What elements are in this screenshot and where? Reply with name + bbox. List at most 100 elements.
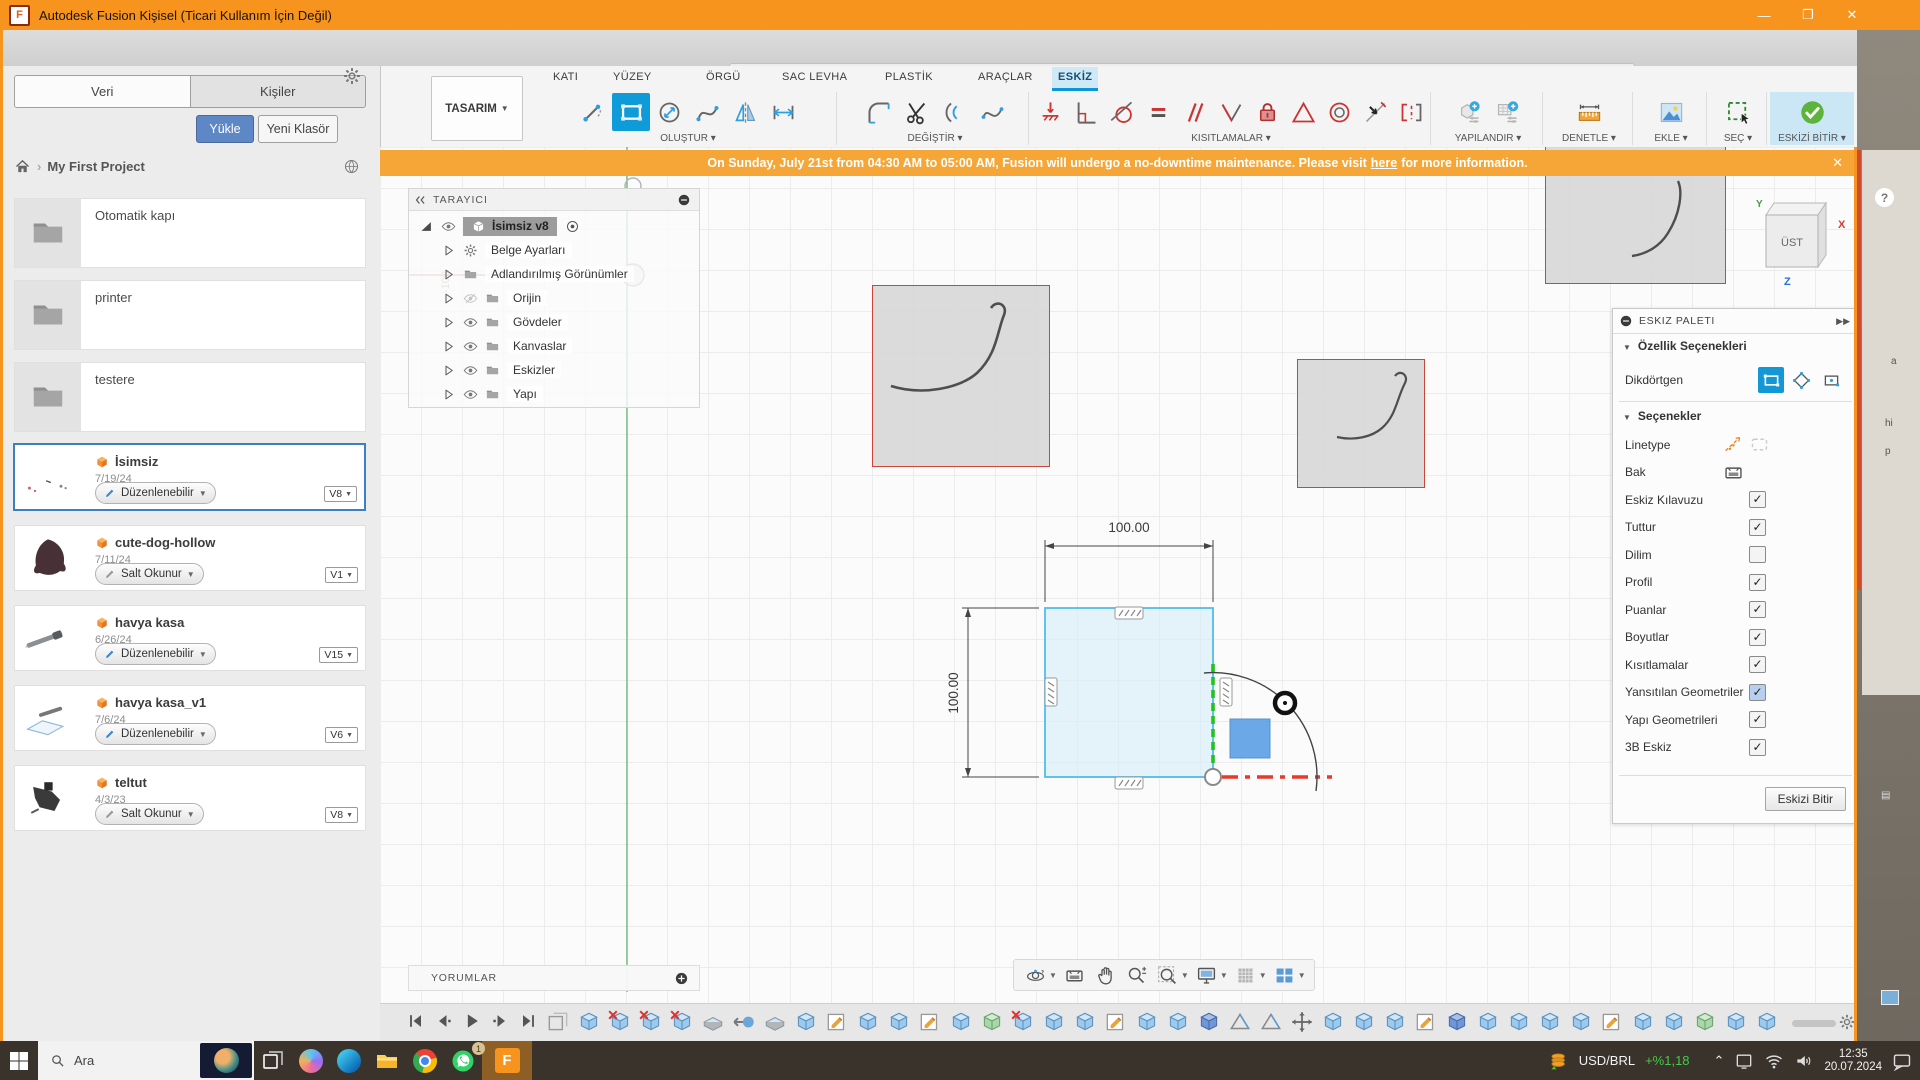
timeline-step-forward-icon[interactable] xyxy=(490,1011,510,1031)
file-explorer-button[interactable] xyxy=(368,1041,406,1080)
banner-close-icon[interactable]: ✕ xyxy=(1832,155,1843,171)
option-checkbox[interactable]: ✓ xyxy=(1749,684,1766,701)
option-checkbox[interactable]: ✓ xyxy=(1749,574,1766,591)
timeline-feature-1[interactable] xyxy=(545,1009,571,1035)
ribbon-group-label[interactable]: SEÇ ▾ xyxy=(1710,133,1766,144)
timeline-feature-6[interactable] xyxy=(700,1009,726,1035)
ribbon-tab-6[interactable]: ARAÇLAR xyxy=(972,67,1039,88)
file-access-chip[interactable]: Düzenlenebilir▼ xyxy=(95,643,216,665)
option-checkbox[interactable]: ✓ xyxy=(1749,491,1766,508)
palette-section-feature[interactable]: Özellik Seçenekleri xyxy=(1623,339,1747,353)
timeline-feature-13[interactable] xyxy=(917,1009,943,1035)
visibility-eye-icon[interactable] xyxy=(463,315,478,330)
file-access-chip[interactable]: Düzenlenebilir▼ xyxy=(95,723,216,745)
timeline-feature-11[interactable] xyxy=(855,1009,881,1035)
task-view-button[interactable] xyxy=(254,1041,292,1080)
fusion-taskbar-button[interactable]: F xyxy=(482,1041,532,1080)
timeline-feature-14[interactable] xyxy=(948,1009,974,1035)
timeline-feature-24[interactable] xyxy=(1258,1009,1284,1035)
timeline-feature-2[interactable] xyxy=(576,1009,602,1035)
timeline-feature-40[interactable] xyxy=(1754,1009,1780,1035)
look-at-option-icon[interactable] xyxy=(1720,459,1746,485)
tool-params2[interactable] xyxy=(1488,93,1526,131)
breadcrumb[interactable]: My First Project xyxy=(47,159,145,174)
tray-expand-icon[interactable]: ⌃ xyxy=(1714,1053,1725,1069)
modeling-canvas[interactable]: -100 100.00 100.00 xyxy=(380,147,1857,1003)
timeline-feature-20[interactable] xyxy=(1134,1009,1160,1035)
project-file-card[interactable]: havya kasa_v1 7/6/24 Düzenlenebilir▼ V6▼ xyxy=(14,685,366,751)
ribbon-tab-1[interactable]: KATI xyxy=(547,67,584,88)
volume-icon[interactable] xyxy=(1794,1051,1814,1071)
upload-button[interactable]: Yükle xyxy=(196,115,254,143)
browser-row-kanvaslar[interactable]: Kanvaslar xyxy=(441,334,572,358)
tool-perpendicular[interactable] xyxy=(1068,93,1104,131)
timeline-feature-12[interactable] xyxy=(886,1009,912,1035)
ribbon-tab-4[interactable]: SAC LEVHA xyxy=(776,67,853,88)
tool-angle[interactable] xyxy=(1213,93,1249,131)
expander-icon[interactable] xyxy=(441,315,456,330)
timeline-feature-23[interactable] xyxy=(1227,1009,1253,1035)
display-settings-icon[interactable] xyxy=(1196,965,1217,986)
timeline-feature-10[interactable] xyxy=(824,1009,850,1035)
timeline-play-icon[interactable] xyxy=(462,1011,482,1031)
linetype-construction-icon[interactable] xyxy=(1720,432,1746,458)
option-checkbox[interactable]: ✓ xyxy=(1749,656,1766,673)
option-checkbox[interactable]: ✓ xyxy=(1749,739,1766,756)
ticker-pair[interactable]: USD/BRL xyxy=(1579,1053,1635,1068)
file-version-badge[interactable]: V15▼ xyxy=(319,647,358,663)
timeline-feature-37[interactable] xyxy=(1661,1009,1687,1035)
timeline-feature-22[interactable] xyxy=(1196,1009,1222,1035)
visibility-eye-icon[interactable] xyxy=(463,363,478,378)
file-access-chip[interactable]: Düzenlenebilir▼ xyxy=(95,482,216,504)
timeline-skip-start-icon[interactable] xyxy=(406,1011,426,1031)
home-icon[interactable] xyxy=(14,158,31,175)
timeline-feature-7[interactable] xyxy=(731,1009,757,1035)
expander-icon[interactable] xyxy=(441,291,456,306)
timeline-feature-5[interactable] xyxy=(669,1009,695,1035)
tool-line[interactable] xyxy=(574,93,612,131)
browser-minus-icon[interactable] xyxy=(677,193,691,207)
option-checkbox[interactable]: ✓ xyxy=(1749,519,1766,536)
tool-marquee[interactable] xyxy=(1719,93,1757,131)
ribbon-group-label[interactable]: EKLE ▾ xyxy=(1636,133,1706,144)
file-access-chip[interactable]: Salt Okunur▼ xyxy=(95,563,204,585)
visibility-eye-icon[interactable] xyxy=(463,387,478,402)
pan-icon[interactable] xyxy=(1095,965,1116,986)
tool-circle[interactable] xyxy=(650,93,688,131)
orbit-icon[interactable] xyxy=(1025,965,1046,986)
tool-trim[interactable] xyxy=(897,93,935,131)
new-folder-button[interactable]: Yeni Klasör xyxy=(258,115,338,143)
expander-icon[interactable] xyxy=(441,339,456,354)
file-access-chip[interactable]: Salt Okunur▼ xyxy=(95,803,204,825)
timeline-feature-38[interactable] xyxy=(1692,1009,1718,1035)
browser-row-eskizler[interactable]: Eskizler xyxy=(441,358,561,382)
visibility-eye-icon[interactable] xyxy=(463,291,478,306)
timeline-feature-27[interactable] xyxy=(1351,1009,1377,1035)
expander-icon[interactable] xyxy=(441,243,456,258)
browser-row-belge-ayarlar-[interactable]: Belge Ayarları xyxy=(441,238,572,262)
close-button[interactable]: ✕ xyxy=(1830,0,1874,30)
ribbon-group-label[interactable]: DENETLE ▾ xyxy=(1546,133,1632,144)
file-version-badge[interactable]: V1▼ xyxy=(325,567,358,583)
timeline-feature-8[interactable] xyxy=(762,1009,788,1035)
browser-row-yap-[interactable]: Yapı xyxy=(441,382,543,406)
file-version-badge[interactable]: V6▼ xyxy=(325,727,358,743)
copilot-button[interactable] xyxy=(292,1041,330,1080)
rect-center-icon[interactable] xyxy=(1818,367,1844,393)
chrome-button[interactable] xyxy=(406,1041,444,1080)
ribbon-group-label[interactable]: KISITLAMALAR ▾ xyxy=(1032,133,1430,144)
timeline-feature-15[interactable] xyxy=(979,1009,1005,1035)
timeline-feature-21[interactable] xyxy=(1165,1009,1191,1035)
maximize-button[interactable]: ❐ xyxy=(1786,0,1830,30)
visibility-eye-icon[interactable] xyxy=(441,219,456,234)
timeline-feature-16[interactable] xyxy=(1010,1009,1036,1035)
timeline-feature-30[interactable] xyxy=(1444,1009,1470,1035)
project-file-card[interactable]: cute-dog-hollow 7/11/24 Salt Okunur▼ V1▼ xyxy=(14,525,366,591)
ribbon-tab-3[interactable]: ÖRGÜ xyxy=(700,67,747,88)
share-globe-icon[interactable] xyxy=(343,158,360,175)
file-version-badge[interactable]: V8▼ xyxy=(324,486,357,502)
look-at-icon[interactable] xyxy=(1064,965,1085,986)
tool-params[interactable] xyxy=(1450,93,1488,131)
tab-veri[interactable]: Veri xyxy=(15,76,191,107)
timeline-feature-26[interactable] xyxy=(1320,1009,1346,1035)
